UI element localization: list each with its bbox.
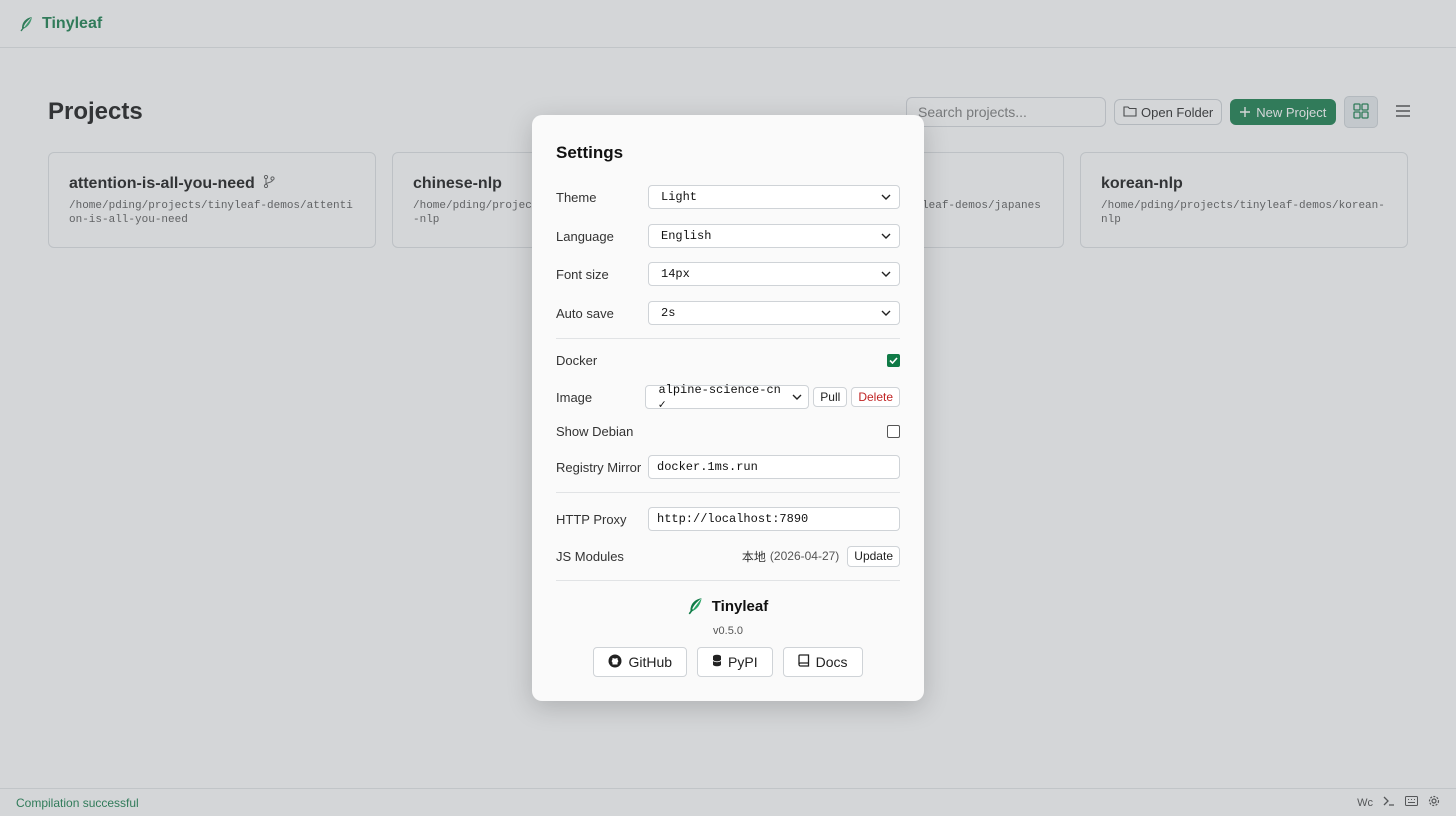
leaf-logo-icon — [688, 597, 704, 615]
font-size-value: 14px — [661, 267, 690, 281]
about-app-name: Tinyleaf — [711, 597, 769, 615]
language-row: Language English — [556, 224, 900, 248]
js-modules-source: 本地 — [741, 549, 766, 564]
show-debian-row: Show Debian — [556, 422, 900, 440]
docker-row: Docker — [556, 351, 900, 369]
font-size-select[interactable]: 14px — [648, 262, 900, 286]
language-label: Language — [556, 228, 614, 244]
language-select[interactable]: English — [648, 224, 900, 248]
pypi-button[interactable]: PyPI — [697, 647, 773, 677]
pull-button[interactable]: Pull — [813, 387, 848, 407]
js-modules-date: (2026-04-27) — [769, 549, 840, 563]
auto-save-value: 2s — [661, 306, 676, 320]
font-size-row: Font size 14px — [556, 262, 900, 286]
chevron-down-icon — [881, 190, 891, 204]
theme-value: Light — [661, 190, 698, 204]
pypi-label: PyPI — [728, 654, 758, 670]
js-modules-label: JS Modules — [556, 548, 624, 564]
font-size-label: Font size — [556, 266, 609, 282]
image-row: Image alpine-science-cn ✓ Pull Delete — [556, 382, 900, 412]
theme-select[interactable]: Light — [648, 185, 900, 209]
http-proxy-input[interactable]: http://localhost:7890 — [648, 507, 900, 531]
language-value: English — [661, 229, 712, 243]
js-modules-row: JS Modules 本地 (2026-04-27) Update — [556, 545, 900, 567]
chevron-down-icon — [881, 306, 891, 320]
divider — [556, 492, 900, 493]
settings-dialog: Settings Theme Light Language English Fo… — [532, 115, 924, 701]
image-select[interactable]: alpine-science-cn ✓ — [645, 382, 810, 412]
delete-button[interactable]: Delete — [851, 387, 900, 407]
chevron-down-icon — [881, 267, 891, 281]
github-button[interactable]: GitHub — [593, 647, 688, 677]
registry-mirror-input[interactable]: docker.1ms.run — [648, 455, 900, 479]
show-debian-label: Show Debian — [556, 423, 634, 439]
docs-label: Docs — [815, 654, 848, 670]
docs-button[interactable]: Docs — [782, 647, 863, 677]
auto-save-select[interactable]: 2s — [648, 301, 900, 325]
book-icon — [797, 654, 810, 670]
chevron-down-icon — [792, 390, 802, 404]
github-icon — [608, 654, 622, 671]
registry-mirror-row: Registry Mirror docker.1ms.run — [556, 455, 900, 479]
theme-label: Theme — [556, 189, 597, 205]
docker-checkbox[interactable] — [887, 351, 900, 369]
show-debian-checkbox[interactable] — [887, 424, 900, 438]
chevron-down-icon — [881, 229, 891, 243]
divider — [556, 338, 900, 339]
dialog-title: Settings — [556, 143, 624, 162]
auto-save-row: Auto save 2s — [556, 301, 900, 325]
auto-save-label: Auto save — [556, 305, 614, 321]
http-proxy-row: HTTP Proxy http://localhost:7890 — [556, 507, 900, 531]
registry-mirror-label: Registry Mirror — [556, 459, 642, 475]
github-label: GitHub — [628, 654, 673, 670]
image-label: Image — [556, 389, 593, 405]
check-icon — [889, 351, 898, 369]
theme-row: Theme Light — [556, 185, 900, 209]
app-version: v0.5.0 — [713, 625, 743, 637]
docker-label: Docker — [556, 352, 598, 368]
update-button[interactable]: Update — [847, 545, 900, 567]
about-section: Tinyleaf v0.5.0 GitHub PyPI Docs — [556, 597, 900, 677]
divider — [556, 580, 900, 581]
database-icon — [712, 654, 722, 670]
http-proxy-label: HTTP Proxy — [556, 511, 627, 527]
image-value: alpine-science-cn ✓ — [658, 382, 781, 412]
